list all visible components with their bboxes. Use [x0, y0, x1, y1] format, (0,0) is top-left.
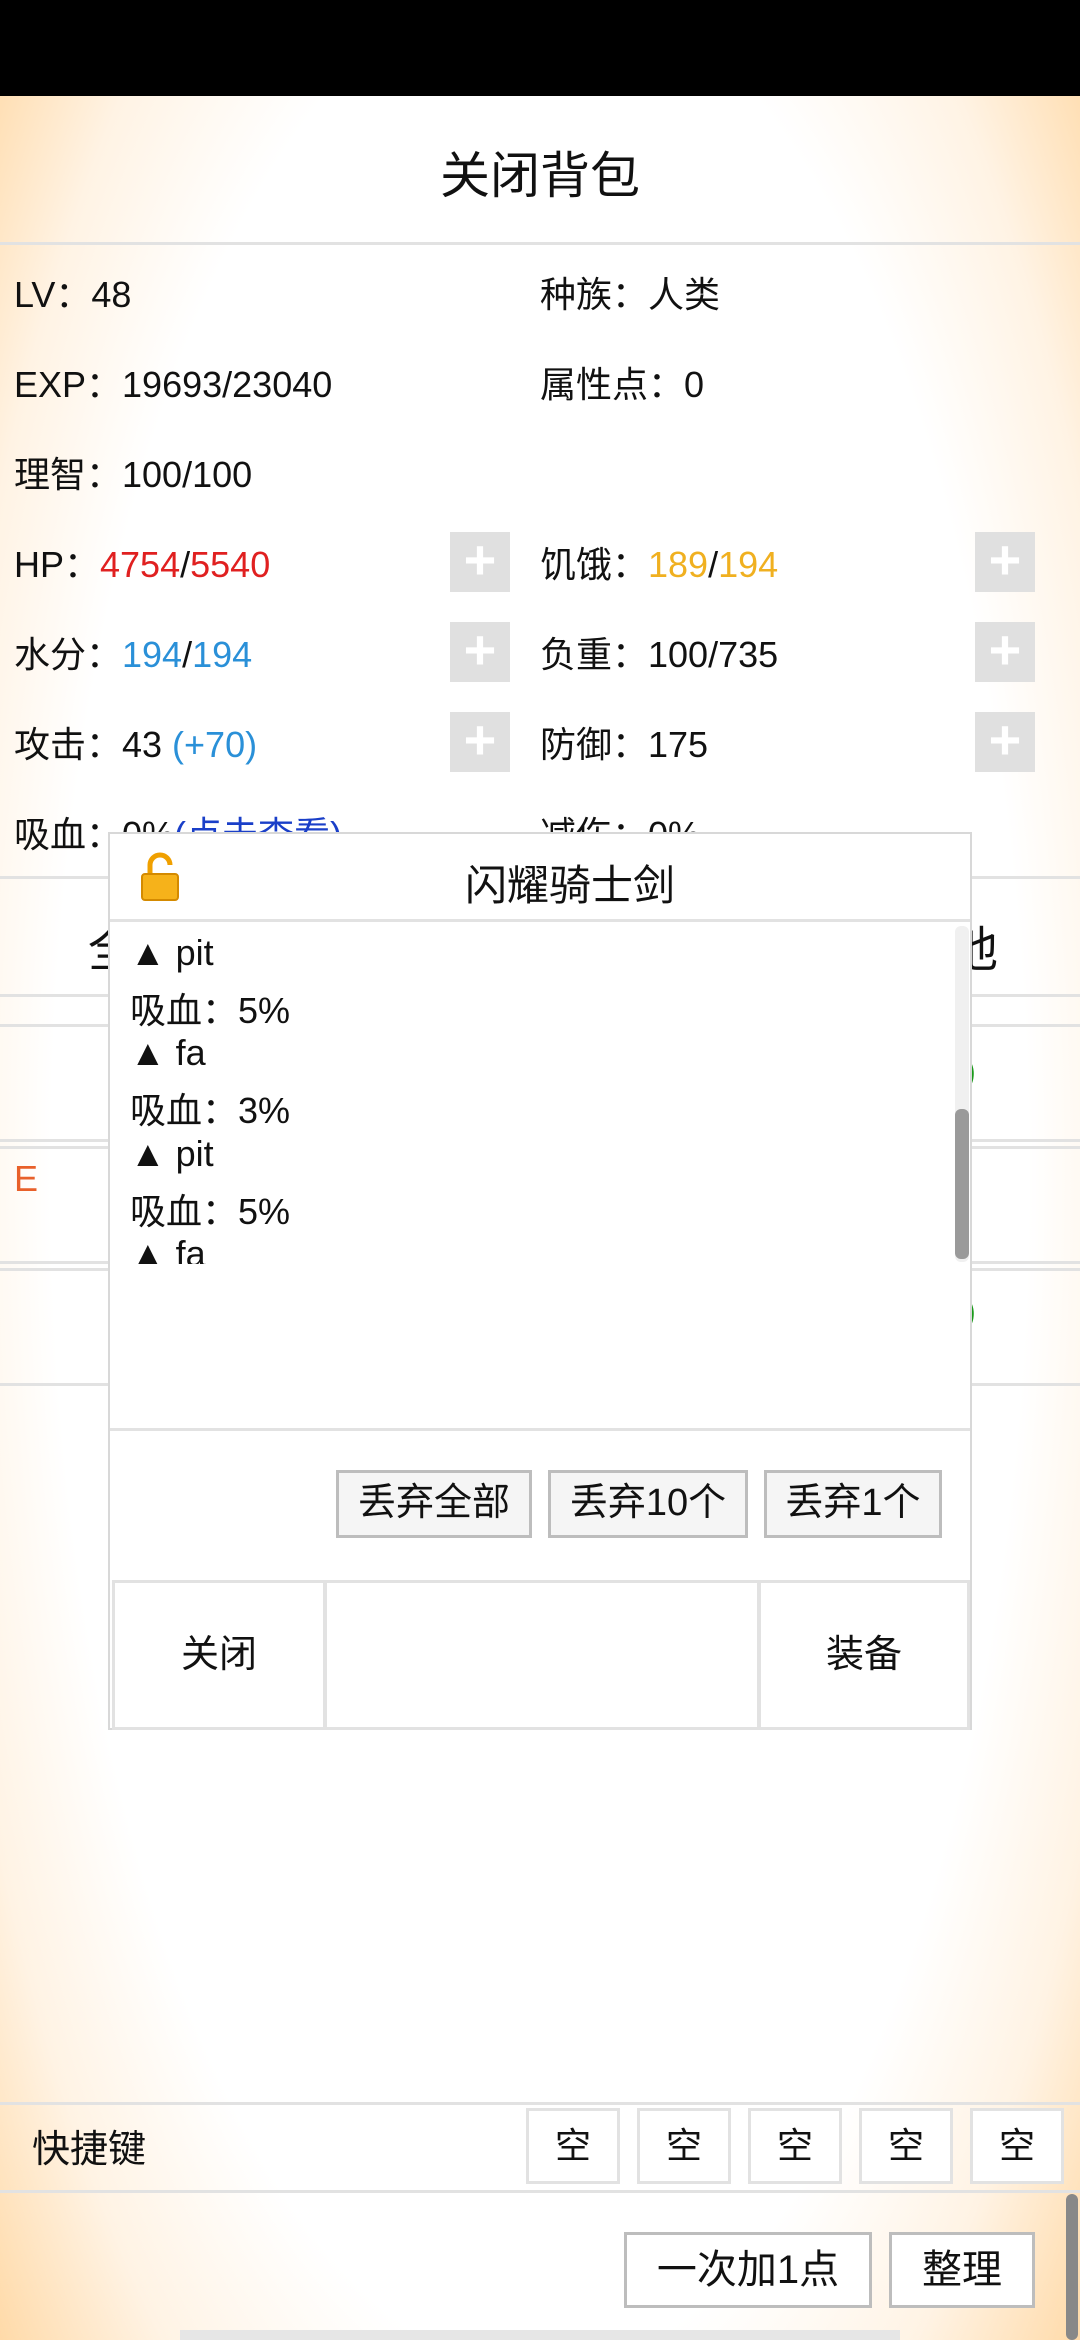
hunger-max: 194 [718, 544, 779, 585]
hp-current: 4754 [100, 544, 181, 585]
stat-race: 种族：人类 [540, 274, 721, 315]
divider [110, 1428, 970, 1431]
attack-label: 攻击：43 [14, 724, 173, 765]
close-button[interactable]: 关闭 [112, 1580, 326, 1730]
bottom-edge [180, 2330, 900, 2340]
hp-max: 5540 [190, 544, 271, 585]
hunger-plus-button[interactable]: + [975, 532, 1035, 592]
slash: / [180, 544, 191, 585]
dialog-action-row: 关闭 装备 [110, 1580, 970, 1730]
water-label: 水分： [14, 634, 123, 675]
item-grade-e: E [14, 1158, 39, 1199]
water-max: 194 [192, 634, 253, 675]
attack-bonus: (+70) [172, 724, 258, 765]
list-item: 吸血：5% [130, 990, 291, 1031]
stat-sanity: 理智：100/100 [14, 454, 253, 495]
stat-water: 水分：194/194 [14, 626, 252, 678]
stat-hp: HP：4754/5540 [14, 536, 270, 588]
list-item: ▲ fa [130, 1032, 206, 1073]
list-item: ▲ fa [130, 1233, 206, 1264]
list-item: 吸血：5% [130, 1191, 291, 1232]
stat-attr-points: 属性点：0 [540, 364, 705, 405]
quickkey-slot-3[interactable]: 空 [748, 2108, 842, 2184]
hunger-label: 饥饿： [540, 544, 649, 585]
dialog-title: 闪耀骑士剑 [464, 862, 675, 909]
add-one-point-button[interactable]: 一次加1点 [624, 2232, 872, 2308]
stat-attack: 攻击：43 (+70) [14, 716, 257, 768]
load-plus-button[interactable]: + [975, 622, 1035, 682]
stat-exp: EXP：19693/23040 [14, 364, 333, 405]
quickkey-slot-5[interactable]: 空 [970, 2108, 1064, 2184]
sort-button[interactable]: 整理 [889, 2232, 1035, 2308]
page-scrollbar[interactable] [1066, 2194, 1078, 2340]
stat-hunger: 饥饿：189/194 [540, 536, 778, 588]
list-item: 吸血：3% [130, 1090, 291, 1131]
stat-level: LV：48 [14, 274, 132, 315]
water-plus-button[interactable]: + [450, 622, 510, 682]
divider [0, 242, 1080, 245]
drop-10-button[interactable]: 丢弃10个 [548, 1470, 748, 1538]
item-attribute-list[interactable]: ▲ pit 吸血：5% ▲ fa 吸血：3% ▲ pit 吸血：5% ▲ fa [110, 924, 970, 1264]
dialog-header: 闪耀骑士剑 [110, 834, 970, 922]
hp-label: HP： [14, 544, 101, 585]
divider [0, 2102, 1080, 2105]
quickkey-slot-4[interactable]: 空 [859, 2108, 953, 2184]
water-current: 194 [122, 634, 183, 675]
quickkey-slot-2[interactable]: 空 [637, 2108, 731, 2184]
dialog-scroll-thumb[interactable] [955, 1109, 969, 1259]
defense-plus-button[interactable]: + [975, 712, 1035, 772]
slash: / [708, 544, 719, 585]
list-item: ▲ pit [130, 1133, 214, 1174]
quickkey-slot-1[interactable]: 空 [526, 2108, 620, 2184]
divider [0, 2190, 1080, 2193]
hp-plus-button[interactable]: + [450, 532, 510, 592]
status-bar [0, 0, 1080, 96]
quickkey-label: 快捷键 [32, 2129, 147, 2171]
stat-load: 负重：100/735 [540, 634, 779, 675]
equip-button[interactable]: 装备 [758, 1580, 970, 1730]
stat-defense: 防御：175 [540, 724, 709, 765]
list-item: ▲ pit [130, 932, 214, 973]
attack-plus-button[interactable]: + [450, 712, 510, 772]
empty-cell [324, 1580, 760, 1730]
close-bag-title[interactable]: 关闭背包 [0, 136, 1080, 208]
drop-all-button[interactable]: 丢弃全部 [336, 1470, 532, 1538]
drop-1-button[interactable]: 丢弃1个 [764, 1470, 942, 1538]
hunger-current: 189 [648, 544, 709, 585]
item-dialog: 闪耀骑士剑 ▲ pit 吸血：5% ▲ fa 吸血：3% ▲ pit 吸血：5%… [108, 832, 972, 1730]
slash: / [182, 634, 193, 675]
